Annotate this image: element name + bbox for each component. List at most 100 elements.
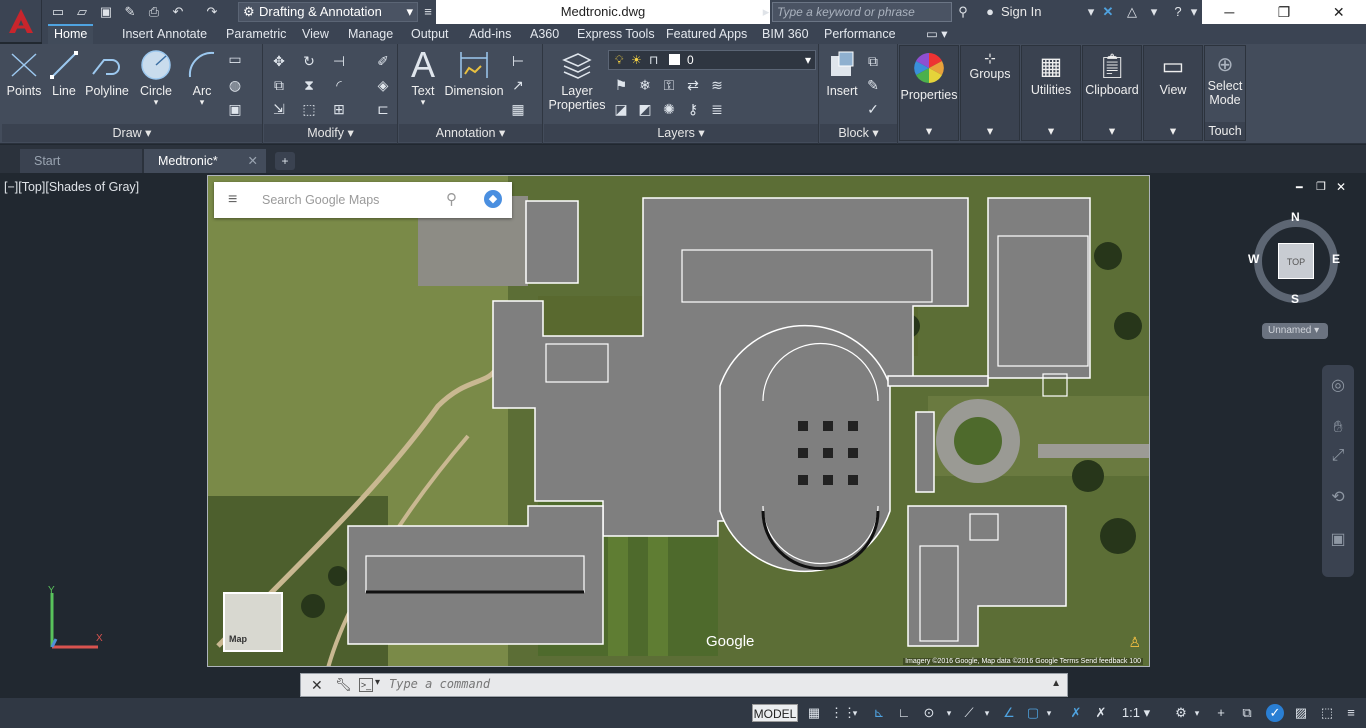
groups-panel[interactable]: ⊹ Groups ▾ bbox=[960, 45, 1020, 141]
directions-icon[interactable]: ◆ bbox=[484, 190, 502, 208]
stretch-icon[interactable]: ⇲ bbox=[270, 100, 288, 118]
tab-express-tools[interactable]: Express Tools bbox=[571, 24, 661, 44]
restore-icon[interactable]: ❐ bbox=[1257, 0, 1312, 24]
layer-isolate-icon[interactable]: ◪ bbox=[612, 100, 630, 118]
insert-tool[interactable]: Insert bbox=[822, 48, 862, 98]
chevron-down-icon[interactable]: ▾ bbox=[982, 704, 992, 722]
viewport-close-icon[interactable]: ✕ bbox=[1336, 180, 1346, 194]
infer-constraints-icon[interactable]: ⊾ bbox=[870, 704, 888, 722]
region-icon[interactable]: ▣ bbox=[226, 100, 244, 118]
chevron-down-icon[interactable]: ▾ bbox=[1186, 4, 1202, 20]
zoom-extents-icon[interactable]: ⤢ bbox=[1329, 447, 1347, 465]
polyline-tool[interactable]: Polyline bbox=[84, 48, 130, 98]
layer-lock-icon[interactable]: ⚿ bbox=[660, 76, 678, 94]
layer-previous-icon[interactable]: ≋ bbox=[708, 76, 726, 94]
fillet-icon[interactable]: ◜ bbox=[330, 76, 348, 94]
customization-menu-icon[interactable]: ≡ bbox=[1342, 704, 1360, 722]
mirror-icon[interactable]: ⧗ bbox=[300, 76, 318, 94]
map-search-input[interactable]: Search Google Maps bbox=[262, 193, 379, 207]
model-space-button[interactable]: MODEL bbox=[752, 704, 798, 722]
tab-annotate[interactable]: Annotate bbox=[151, 24, 213, 44]
polar-tracking-icon[interactable]: ⊙ bbox=[920, 704, 938, 722]
search-icon[interactable]: ⚲ bbox=[446, 190, 457, 208]
chevron-down-icon[interactable]: ▾ bbox=[1146, 4, 1162, 20]
edit-attributes-icon[interactable]: ✓ bbox=[864, 100, 882, 118]
viewport-minimize-icon[interactable]: ━ bbox=[1296, 181, 1303, 194]
grid-icon[interactable]: ▦ bbox=[806, 704, 822, 722]
block-panel-title[interactable]: Block ▾ bbox=[820, 124, 897, 142]
print-icon[interactable]: ⎙ bbox=[146, 4, 162, 20]
tab-home[interactable]: Home bbox=[48, 24, 94, 44]
text-tool[interactable]: A Text ▾ bbox=[403, 47, 443, 107]
close-command-line-icon[interactable]: ✕ bbox=[311, 677, 323, 694]
a360-icon[interactable]: △ bbox=[1124, 4, 1140, 20]
properties-panel[interactable]: Properties ▾ bbox=[899, 45, 959, 141]
map-search-box[interactable]: ≡ Search Google Maps ⚲ ◆ bbox=[214, 182, 512, 218]
command-line[interactable]: ✕ 🔧︎ >_ ▾ Type a command ▲ bbox=[300, 673, 1068, 697]
compass-south[interactable]: S bbox=[1291, 292, 1299, 306]
dimension-tool[interactable]: Dimension bbox=[443, 48, 505, 98]
annotation-panel-title[interactable]: Annotation ▾ bbox=[399, 124, 542, 142]
array-icon[interactable]: ⊞ bbox=[330, 100, 348, 118]
layer-thaw-icon[interactable]: ✺ bbox=[660, 100, 678, 118]
map-image[interactable]: ≡ Search Google Maps ⚲ ◆ Map Google Imag… bbox=[207, 175, 1150, 667]
layer-dropdown[interactable]: 💡︎ ☀ ⊓ 0 ▾ bbox=[608, 50, 816, 70]
hamburger-menu-icon[interactable]: ≡ bbox=[228, 191, 237, 209]
steering-wheel-icon[interactable]: ◎ bbox=[1329, 377, 1347, 395]
circle-tool[interactable]: Circle ▾ bbox=[136, 48, 176, 107]
showmotion-icon[interactable]: ▣ bbox=[1329, 531, 1347, 549]
chevron-down-icon[interactable]: ▾ bbox=[1192, 704, 1202, 722]
isodraft-icon[interactable]: ⟋ bbox=[960, 704, 978, 722]
drawing-viewport[interactable]: [−][Top][Shades of Gray] ≡ Search Google… bbox=[0, 173, 1366, 697]
tab-view[interactable]: View bbox=[296, 24, 335, 44]
layer-match-icon[interactable]: ⇄ bbox=[684, 76, 702, 94]
save-icon[interactable]: ▣ bbox=[98, 4, 114, 20]
chevron-down-icon[interactable]: ▾ bbox=[850, 704, 860, 722]
units-icon[interactable]: ⧉ bbox=[1238, 704, 1256, 722]
points-tool[interactable]: Points bbox=[6, 48, 42, 98]
layer-properties-tool[interactable]: Layer Properties bbox=[548, 48, 606, 112]
tab-bim-360[interactable]: BIM 360 bbox=[756, 24, 815, 44]
layer-walk-icon[interactable]: ≣ bbox=[708, 100, 726, 118]
move-icon[interactable]: ✥ bbox=[270, 52, 288, 70]
exchange-apps-icon[interactable]: ✕ bbox=[1100, 4, 1116, 20]
recent-commands-icon[interactable]: ▾ bbox=[375, 677, 380, 688]
rotate-icon[interactable]: ↻ bbox=[300, 52, 318, 70]
viewcube-top-face[interactable]: TOP bbox=[1278, 243, 1314, 279]
new-tab-button[interactable]: + bbox=[275, 152, 295, 170]
ucs-dropdown[interactable]: Unnamed ▾ bbox=[1262, 323, 1328, 339]
leader-icon[interactable]: ↗ bbox=[509, 76, 527, 94]
ortho-icon[interactable]: ∟ bbox=[896, 704, 912, 722]
table-icon[interactable]: ▦ bbox=[509, 100, 527, 118]
view-panel[interactable]: ▭ View ▾ bbox=[1143, 45, 1203, 141]
annotation-scale-dropdown[interactable]: 1:1 ▾ bbox=[1116, 704, 1156, 722]
viewport-controls-label[interactable]: [−][Top][Shades of Gray] bbox=[4, 180, 139, 194]
compass-west[interactable]: W bbox=[1248, 252, 1259, 266]
object-snap-tracking-icon[interactable]: ∠ bbox=[1000, 704, 1018, 722]
clean-screen-icon[interactable]: ⬚ bbox=[1318, 704, 1336, 722]
tab-a360[interactable]: A360 bbox=[524, 24, 565, 44]
close-tab-icon[interactable]: ✕ bbox=[248, 149, 258, 173]
viewport-restore-icon[interactable]: ❐ bbox=[1316, 180, 1326, 193]
command-prompt-icon[interactable]: >_ bbox=[359, 678, 373, 692]
line-tool[interactable]: Line bbox=[46, 48, 82, 98]
new-icon[interactable]: ▭ bbox=[50, 4, 66, 20]
viewcube[interactable]: TOP N S E W bbox=[1248, 209, 1342, 306]
orbit-icon[interactable]: ⟲ bbox=[1329, 489, 1347, 507]
workspace-switching-icon[interactable]: ⚙ bbox=[1172, 704, 1190, 722]
offset-icon[interactable]: ⊏ bbox=[374, 100, 392, 118]
tab-add-ins[interactable]: Add-ins bbox=[463, 24, 517, 44]
tab-start[interactable]: Start bbox=[20, 149, 142, 173]
tab-performance[interactable]: Performance bbox=[818, 24, 902, 44]
redo-icon[interactable]: ↷ bbox=[204, 4, 220, 20]
scale-icon[interactable]: ⬚ bbox=[300, 100, 318, 118]
object-snap-icon[interactable]: ▢ bbox=[1024, 704, 1042, 722]
create-block-icon[interactable]: ⧉ bbox=[864, 52, 882, 70]
chevron-down-icon[interactable]: ▾ bbox=[944, 704, 954, 722]
clipboard-panel[interactable]: 📋︎ Clipboard ▾ bbox=[1082, 45, 1142, 141]
copy-icon[interactable]: ⧉ bbox=[270, 76, 288, 94]
arc-tool[interactable]: Arc ▾ bbox=[184, 48, 220, 107]
layer-freeze-icon[interactable]: ❄ bbox=[636, 76, 654, 94]
binoculars-icon[interactable]: ⚲ bbox=[955, 4, 971, 20]
layer-unlock-icon[interactable]: ⚷ bbox=[684, 100, 702, 118]
